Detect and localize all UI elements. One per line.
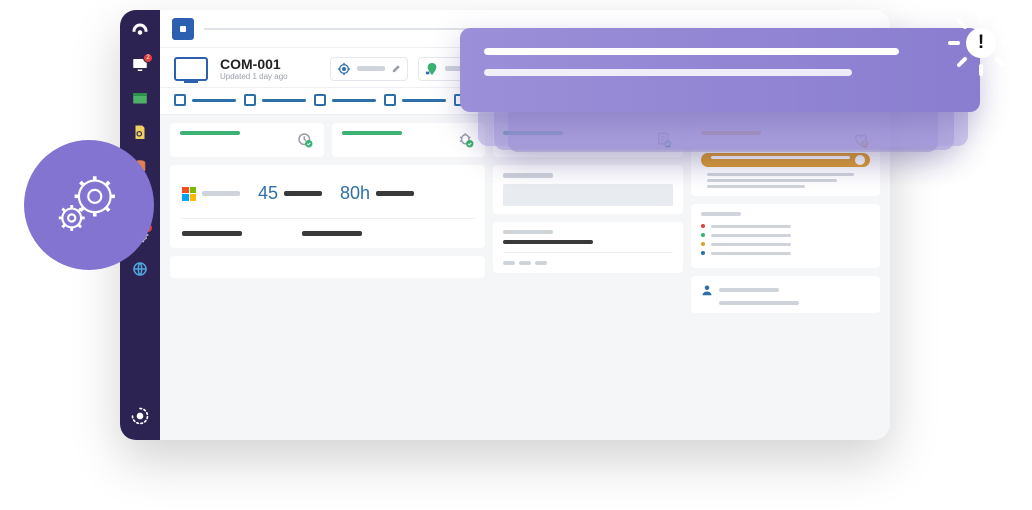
notification-body (484, 69, 852, 76)
col-right (691, 123, 880, 432)
card-color-list (691, 204, 880, 268)
window-icon (131, 90, 149, 108)
tab-2[interactable] (244, 94, 306, 106)
gauge-icon (131, 22, 149, 40)
metric-uptime: 80h (340, 183, 414, 204)
tag-target[interactable] (330, 57, 408, 81)
notification-stack (460, 28, 980, 112)
warn-banner[interactable] (701, 153, 870, 167)
automation-badge (24, 140, 154, 270)
globe-icon (131, 260, 149, 278)
tab-3[interactable] (314, 94, 376, 106)
col-left: 45 80h (170, 123, 485, 432)
notification-card[interactable] (460, 28, 980, 112)
target-icon (337, 62, 351, 76)
user-icon (701, 284, 713, 296)
sidebar-globe[interactable] (130, 260, 150, 278)
status-antivirus[interactable] (332, 123, 486, 157)
bug-check-icon (457, 131, 475, 149)
edit-icon (391, 64, 401, 74)
card-info-2 (493, 222, 682, 273)
alert-burst: ! (946, 8, 1016, 78)
asset-subtitle: Updated 1 day ago (220, 72, 288, 81)
badge-devices: 2 (143, 53, 153, 63)
doc-search-icon (131, 124, 149, 142)
list-item (701, 242, 870, 246)
sidebar-devices[interactable]: 2 (130, 56, 150, 74)
card-user (691, 276, 880, 313)
brand-icon (130, 406, 150, 426)
tab-1[interactable] (174, 94, 236, 106)
col-mid (493, 123, 682, 432)
metric-os (182, 187, 240, 201)
metric-count: 45 (258, 183, 322, 204)
status-health[interactable] (170, 123, 324, 157)
sidebar-apps[interactable] (130, 90, 150, 108)
card-footer-left (170, 256, 485, 278)
list-item (701, 251, 870, 255)
tab-4[interactable] (384, 94, 446, 106)
list-item (701, 233, 870, 237)
clock-check-icon (296, 131, 314, 149)
card-info-1 (493, 165, 682, 214)
notification-title (484, 48, 899, 55)
windows-icon (182, 187, 196, 201)
asset-title: COM-001 (220, 56, 288, 72)
sidebar-logo[interactable] (130, 406, 150, 426)
sidebar-dashboard[interactable] (130, 22, 150, 40)
content-grid: 45 80h (160, 115, 890, 440)
asset-monitor-icon (174, 57, 208, 81)
app-menu-button[interactable] (172, 18, 194, 40)
sidebar-compliance[interactable] (130, 124, 150, 142)
list-item (701, 224, 870, 228)
gears-icon (53, 169, 125, 241)
metrics-card: 45 80h (170, 165, 485, 248)
map-pin-icon (425, 62, 439, 76)
exclamation-icon: ! (966, 28, 996, 58)
